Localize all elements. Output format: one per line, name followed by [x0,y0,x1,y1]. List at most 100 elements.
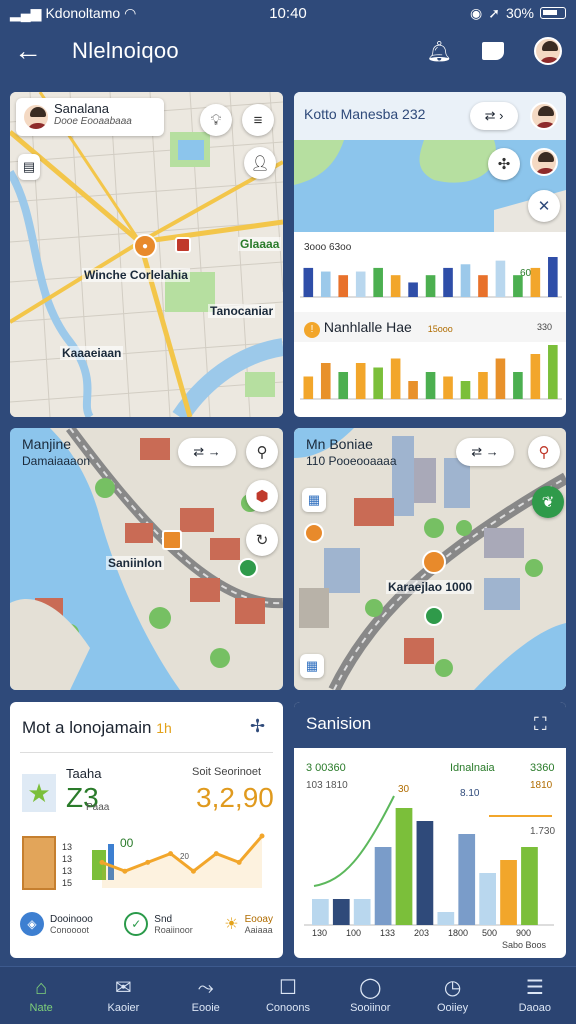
clock: 10:40 [269,4,307,22]
route-button[interactable]: ⇄ › [470,102,518,130]
footer-row: ◈ Dooinooo Conoooot ✓ Snd Roaiinoor ☀ Eooa… [20,912,273,936]
nav-label: Sooiinor [350,1001,391,1014]
route-button[interactable]: ⇄ → [456,438,514,466]
map-label-east: Tanocaniar [208,304,276,318]
bar [460,264,471,297]
leaf-icon[interactable]: ❦ [532,486,564,518]
location-card[interactable]: Sanalana Dooe Eooaabaaa [16,98,164,136]
nav-item-route[interactable]: ⤳ Eooie [165,967,247,1024]
chart-2-value: 330 [536,322,552,332]
nav-label: Conoons [265,1001,310,1014]
pin-icon[interactable]: ✢ [250,716,265,737]
back-arrow-icon[interactable]: ← [14,35,42,67]
compass-icon[interactable]: ✣ [488,148,520,180]
close-x-icon[interactable]: ✕ [528,190,560,222]
right-label: Soit Seorinoet [192,766,262,778]
bar [355,271,366,297]
line-chart [92,833,265,888]
bar-chart-card[interactable]: Sanision ⛶ 3 00360 103 1810 Idnalnaia 33… [294,702,566,958]
bar [530,267,541,297]
footer-item[interactable]: ✓ Snd Roaiinoor [124,912,193,936]
bar [320,271,331,297]
bar [437,912,455,925]
building-icon[interactable]: ▦ [302,488,326,512]
bar [338,372,349,399]
status-bar: ▂▄▆ Kdonoltamo ◠ 10:40 ◉ ➚ 30% [0,0,576,26]
avatar[interactable] [530,102,558,130]
sun-icon: ☀ [224,916,239,933]
stat-sub: Paaa [86,802,110,813]
card-title: Sanision [306,714,372,733]
chart-2-badge: 15ooo [427,324,453,334]
bar [425,275,436,297]
person-pin-icon[interactable]: ⚲ [246,436,278,468]
bar [425,372,436,399]
chat-bubble-icon[interactable] [482,42,504,60]
bar [458,834,476,925]
tick-label: 13 [62,842,73,852]
footer-item[interactable]: ☀ Eooay Aaiaaa [224,912,273,936]
footer-sub: Aaiaaa [244,924,273,935]
bar-chart-2 [300,345,562,400]
line-point [168,851,174,857]
map-panel-waterfront[interactable]: Manjine Damaiaaaon ⇄ → ⚲ ⬢ ↻ Saniinlon [10,428,283,690]
line-point [259,833,265,839]
footer-item[interactable]: ◈ Dooinooo Conoooot [20,912,93,936]
bell-icon[interactable]: 🔔︎ [427,39,452,64]
bar [390,275,401,297]
alert-pin-icon[interactable]: ⚲ [528,436,560,468]
green-marker[interactable] [424,606,444,626]
map-panel-streets[interactable]: Sanalana Dooe Eooaabaaa 💡︎ ≡ 👤︎ ▤ ● Winc… [10,92,283,417]
inbox-icon: ✉ [115,976,132,999]
card-title: Sanalana [54,101,109,116]
map-label-northeast: Glaaaa [238,237,282,251]
tick-label: 203 [414,928,430,938]
nav-item-inbox[interactable]: ✉ Kaoier [82,967,164,1024]
bar [408,381,418,399]
map-chart-panel[interactable]: Kotto Manesba 232 ⇄ › ✣ ✕ 3ooo 63oo 60 !… [294,92,566,417]
line-point [213,851,219,857]
alert-icon: ! [304,322,320,338]
bar [390,358,401,399]
bar [312,899,329,925]
line-point [145,859,151,865]
avatar[interactable] [534,37,562,65]
place-pin[interactable] [162,530,182,550]
chat-icon: ◯ [359,976,382,999]
layers-icon[interactable]: ≡ [242,104,274,136]
share-icon[interactable]: ↻ [246,524,278,556]
building-icon[interactable]: ▦ [300,654,324,678]
bar [478,372,488,399]
nav-item-square[interactable]: ☐ Conoons [247,967,329,1024]
nav-item-home[interactable]: ⌂ Nate [0,967,82,1024]
badge-icon[interactable]: ⬢ [246,480,278,512]
place-pin[interactable] [422,550,446,574]
route-button[interactable]: ⇄ → [178,438,236,466]
bar [443,376,453,399]
bar [408,282,418,297]
footer-label: Dooinooo [50,913,93,925]
restaurant-pin[interactable] [175,237,191,253]
stats-card[interactable]: Mot a lonojamain 1h ✢ ★ Taaha Z3 Paaa So… [10,702,283,958]
tick-label: 13 [62,866,73,876]
person-icon[interactable]: 👤︎ [244,147,276,179]
nav-item-timer[interactable]: ◷ Ooiiey [411,967,493,1024]
bar [303,267,314,297]
lightbulb-icon[interactable]: 💡︎ [200,104,232,136]
place-pin[interactable] [304,523,324,543]
app-bar: ← Nlelnoiqoo 🔔︎ [0,26,576,76]
place-pin[interactable]: ● [133,234,157,258]
tick-label: 1800 [448,928,469,938]
map-panel-city[interactable]: Mn Boniae 110 Pooeooaaaa ⇄ → ⚲ ❦ ▦ ▦ Kar… [294,428,566,690]
drop-icon: ◈ [20,912,44,936]
footer-sub: Conoooot [50,924,90,935]
bar [338,275,349,297]
tick-label: 15 [62,878,73,888]
nav-item-chat[interactable]: ◯ Sooiinor [329,967,411,1024]
footer-sub: Roaiinoor [154,924,193,935]
tick-label: 100 [346,928,362,938]
nav-item-menu[interactable]: ☰ Daoao [494,967,576,1024]
list-icon[interactable]: ▤ [18,154,40,180]
green-marker[interactable] [238,558,258,578]
expand-icon[interactable]: ⛶ [534,714,547,735]
